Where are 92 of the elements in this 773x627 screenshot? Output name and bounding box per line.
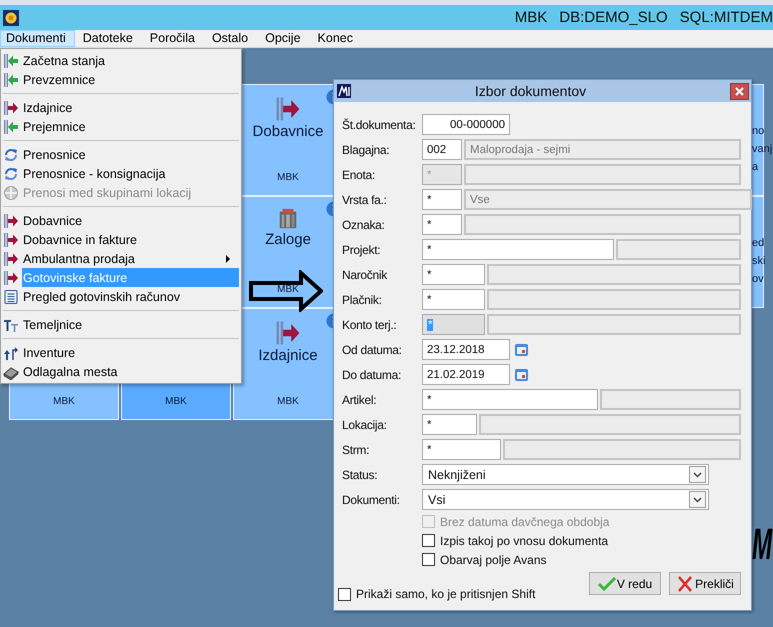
tile-caption: MBK bbox=[164, 396, 188, 407]
field-label: Artikel: bbox=[342, 392, 378, 406]
logo-icon bbox=[337, 84, 351, 98]
field-label: Blagajna: bbox=[342, 142, 390, 156]
double-bar-arrow-icon bbox=[3, 250, 19, 266]
input-field[interactable]: 21.02.2019 bbox=[422, 364, 510, 385]
dropdown-field[interactable]: Neknjiženi bbox=[422, 464, 709, 485]
double-bar-arrow-icon bbox=[3, 52, 19, 68]
input-field[interactable]: * bbox=[422, 189, 462, 210]
tile-label: ski bbox=[752, 254, 766, 269]
field-label: Konto terj.: bbox=[342, 318, 398, 332]
tile-label: ov bbox=[752, 272, 765, 287]
cancel-button[interactable]: Prekliči bbox=[669, 572, 741, 595]
close-icon bbox=[735, 86, 744, 96]
status-text: MBK bbox=[514, 9, 548, 26]
close-button[interactable] bbox=[730, 82, 749, 100]
checkmark-icon bbox=[598, 574, 616, 592]
background-text: M bbox=[752, 523, 772, 567]
checkbox-label: Obarvaj polje Avans bbox=[440, 552, 547, 566]
field-label: Od datuma: bbox=[342, 342, 403, 356]
field-label: Projekt: bbox=[342, 242, 382, 256]
calendar-icon[interactable] bbox=[514, 367, 529, 382]
boxes-icon bbox=[277, 208, 299, 230]
tile-caption: MBK bbox=[276, 172, 300, 183]
input-field[interactable]: * bbox=[422, 214, 462, 235]
field-label: Strm: bbox=[342, 442, 370, 456]
menu-item[interactable]: Poročila bbox=[144, 30, 204, 47]
status-text: SQL:MITDEM bbox=[680, 9, 773, 26]
tile-caption: MBK bbox=[276, 396, 300, 407]
input-field[interactable]: * bbox=[422, 239, 614, 260]
input-field[interactable]: * bbox=[422, 264, 485, 285]
app-icon bbox=[3, 10, 19, 26]
description-field: Maloprodaja - sejmi bbox=[464, 139, 741, 160]
ok-button[interactable]: V redu bbox=[589, 572, 661, 595]
tile-label: a bbox=[752, 160, 760, 175]
checkbox[interactable] bbox=[338, 588, 351, 600]
menu-item[interactable]: Začetna stanja bbox=[22, 51, 239, 70]
tile-caption: MBK bbox=[276, 284, 300, 295]
tile-label: Dobavnice bbox=[252, 123, 324, 140]
double-bar-arrow-icon bbox=[3, 232, 19, 248]
input-field[interactable]: 00-000000 bbox=[422, 114, 510, 135]
input-field[interactable]: * bbox=[422, 439, 501, 460]
status-text: DB:DEMO_SLO bbox=[559, 9, 668, 26]
dialog-title: Izbor dokumentov bbox=[474, 83, 588, 99]
checkbox-label: Prikaži samo, ko je pritisnjen Shift bbox=[356, 587, 536, 601]
tile-caption: MBK bbox=[52, 396, 76, 407]
tile-label: Izdajnice bbox=[258, 347, 318, 364]
menu-item[interactable]: Opcije bbox=[259, 30, 310, 47]
checkbox[interactable] bbox=[422, 553, 435, 566]
field-label: Lokacija: bbox=[342, 418, 388, 432]
double-bar-arrow-icon bbox=[3, 212, 19, 228]
field-label: Št.dokumenta: bbox=[342, 118, 416, 132]
double-bar-arrow-icon bbox=[275, 320, 301, 346]
checkbox-label: Brez datuma davčnega obdobja bbox=[440, 514, 610, 528]
menu-item[interactable]: Konec bbox=[312, 30, 362, 47]
field-label: Oznaka: bbox=[342, 218, 386, 232]
menu-item[interactable]: Ambulantna prodaja bbox=[22, 249, 224, 268]
close-icon bbox=[676, 574, 694, 592]
tile-label: Zaloge bbox=[265, 231, 311, 248]
dropdown-field[interactable]: Vsi bbox=[422, 489, 709, 510]
field-label: Plačnik: bbox=[342, 292, 383, 306]
refresh-icon bbox=[3, 146, 19, 162]
double-bar-arrow-icon bbox=[3, 118, 19, 134]
field-label: Vrsta fa.: bbox=[342, 192, 388, 206]
tile-label: no bbox=[752, 124, 766, 139]
refresh-icon bbox=[3, 166, 19, 182]
input-field[interactable]: 23.12.2018 bbox=[422, 339, 510, 360]
double-bar-arrow-icon bbox=[3, 100, 19, 116]
grid-circle-icon bbox=[3, 184, 19, 200]
field-label: Do datuma: bbox=[342, 368, 402, 382]
input-field[interactable]: 002 bbox=[422, 139, 462, 160]
double-bar-arrow-icon bbox=[3, 270, 19, 286]
checkbox[interactable] bbox=[422, 534, 435, 547]
field-label: Dokumenti: bbox=[342, 492, 401, 506]
tile-label: ed bbox=[752, 236, 766, 251]
field-label: Naročnik bbox=[342, 268, 388, 282]
input-field[interactable]: * bbox=[422, 289, 485, 310]
description-field: Vse bbox=[464, 189, 752, 210]
arrow-icon bbox=[249, 270, 323, 312]
menu-item[interactable]: Ostalo bbox=[206, 30, 258, 47]
document-icon bbox=[3, 288, 19, 304]
checkbox-label: Izpis takoj po vnosu dokumenta bbox=[440, 534, 608, 548]
field-label: Enota: bbox=[342, 168, 376, 182]
menu-item[interactable]: Datoteke bbox=[76, 30, 142, 47]
calendar-icon[interactable] bbox=[514, 342, 529, 357]
input-field[interactable]: * bbox=[422, 414, 477, 435]
split-arrows-icon bbox=[3, 344, 19, 360]
input-field[interactable]: * bbox=[422, 389, 598, 410]
double-bar-arrow-icon bbox=[275, 96, 301, 122]
field-label: Status: bbox=[342, 468, 378, 482]
menu-item[interactable]: Dokumenti bbox=[0, 30, 75, 47]
double-bar-arrow-icon bbox=[3, 72, 19, 88]
